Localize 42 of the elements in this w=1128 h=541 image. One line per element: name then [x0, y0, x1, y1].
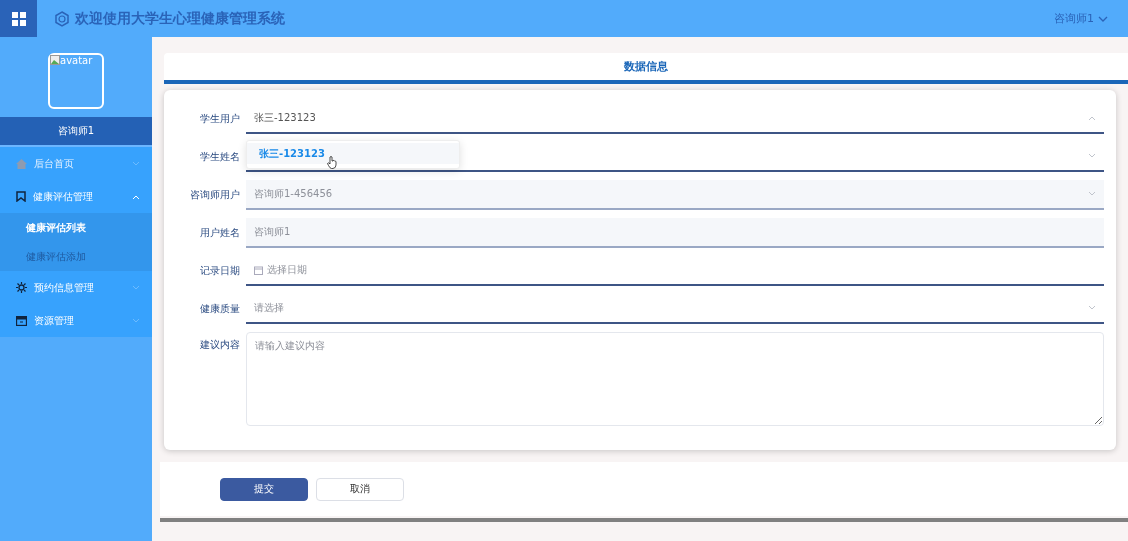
chevron-down-icon: [132, 317, 140, 324]
field-label: 建议内容: [199, 338, 241, 352]
chevron-down-icon: [1088, 153, 1096, 159]
menu-item[interactable]: 健康评估管理: [0, 180, 152, 213]
select-field[interactable]: 张三-123123: [246, 104, 1104, 134]
menu-item[interactable]: 资源管理: [0, 304, 152, 337]
submenu-item[interactable]: 健康评估列表: [0, 213, 152, 242]
app-title: 欢迎使用大学生心理健康管理系统: [75, 9, 285, 28]
menu-button[interactable]: [0, 0, 37, 37]
chevron-down-icon: [1098, 14, 1108, 23]
menu-item[interactable]: 后台首页: [0, 147, 152, 180]
chevron-up-icon: [132, 193, 140, 200]
chevron-down-icon: [1088, 191, 1096, 197]
field-label: 咨询师用户: [189, 188, 241, 202]
field-label: 记录日期: [199, 264, 241, 278]
submit-button[interactable]: 提交: [220, 477, 308, 501]
submenu-item[interactable]: 健康评估添加: [0, 242, 152, 271]
field-label: 学生用户: [199, 112, 241, 126]
dropdown-option[interactable]: 张三-123123: [247, 143, 459, 164]
text-area[interactable]: 请输入建议内容: [246, 332, 1104, 426]
logo-icon: [54, 10, 70, 27]
bookmark-icon: [16, 191, 26, 202]
home-icon: [16, 158, 27, 169]
user-menu[interactable]: 咨询师1: [1048, 10, 1114, 27]
field-label: 学生姓名: [199, 150, 241, 164]
archive-icon: [16, 315, 27, 326]
avatar-image: avatar: [48, 53, 104, 109]
user-name: 咨询师1: [0, 117, 152, 147]
menu-icon: [11, 11, 26, 26]
sun-icon: [16, 282, 27, 293]
cancel-button[interactable]: 取消: [316, 477, 404, 501]
chevron-down-icon: [1088, 305, 1096, 311]
field-label: 健康质量: [199, 302, 241, 316]
page-title: 数据信息: [164, 53, 1128, 84]
calendar-icon: [254, 265, 263, 275]
chevron-down-icon: [132, 284, 140, 291]
menu-item[interactable]: 预约信息管理: [0, 271, 152, 304]
chevron-up-icon: [1088, 115, 1096, 121]
select-field[interactable]: 请选择: [246, 294, 1104, 324]
field-label: 用户姓名: [199, 226, 241, 240]
date-field[interactable]: 选择日期: [246, 256, 1104, 286]
chevron-down-icon: [132, 160, 140, 167]
